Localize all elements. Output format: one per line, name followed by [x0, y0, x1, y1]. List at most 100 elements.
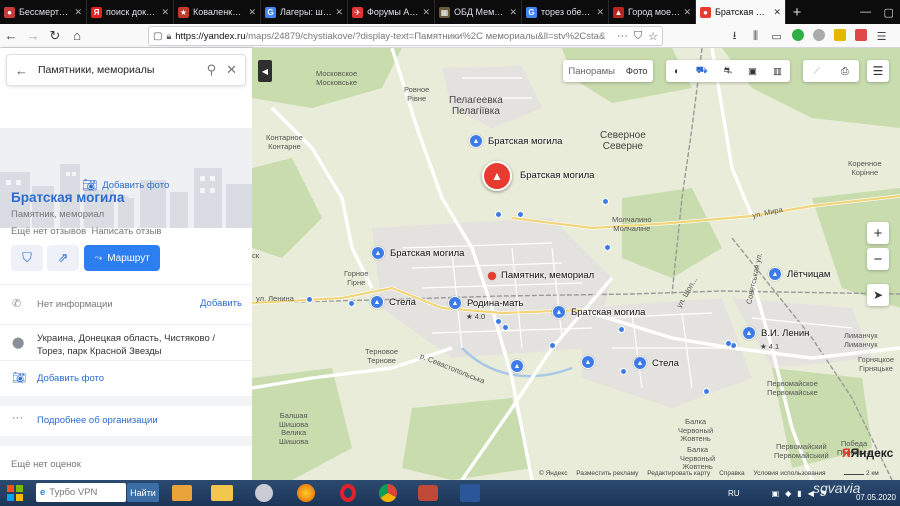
map-dot[interactable]	[620, 368, 627, 375]
browser-tab[interactable]: G Лагеры: шталаг✕	[261, 0, 348, 24]
opera-icon[interactable]	[330, 482, 366, 504]
info-icon[interactable]: ▢	[153, 31, 162, 42]
pocket-icon[interactable]: ⛉	[634, 30, 642, 43]
transport-layer-icon[interactable]: ⛟	[696, 65, 708, 77]
map-dot[interactable]	[495, 318, 502, 325]
poi-selected-label[interactable]: Братская могила	[520, 170, 594, 181]
avatar-icon[interactable]	[850, 28, 871, 44]
tab-panoramas[interactable]: Панорамы	[568, 66, 615, 77]
zoom-in-button[interactable]: +	[867, 222, 889, 244]
print-icon[interactable]: ⎙	[841, 66, 849, 77]
reload-icon[interactable]: ↻	[44, 28, 66, 44]
green-check-icon[interactable]	[787, 28, 808, 44]
map-dot[interactable]	[348, 300, 355, 307]
map-dot[interactable]	[725, 340, 732, 347]
search-box[interactable]: ← Памятники, мемориалы ⚲ ✕	[6, 54, 246, 86]
tray-icon[interactable]: ▣	[772, 489, 780, 498]
browser-tab[interactable]: ▦ ОБД Мемориал✕	[435, 0, 522, 24]
browser-tab[interactable]: Gторез обелиск✕	[522, 0, 609, 24]
map-dot[interactable]	[517, 211, 524, 218]
language-indicator[interactable]: RU	[728, 489, 740, 498]
map-dot[interactable]	[495, 211, 502, 218]
browser-tab[interactable]: Япоиск документ✕	[87, 0, 174, 24]
firefox-icon[interactable]	[288, 482, 324, 504]
share-button[interactable]: ⇗	[47, 245, 79, 271]
more-info-row[interactable]: ··· Подробнее об организации	[0, 406, 252, 434]
media-player-icon[interactable]	[164, 482, 200, 504]
collapse-panel-button[interactable]: ◀	[258, 60, 272, 82]
download-icon[interactable]: ⭳	[724, 27, 745, 46]
clock[interactable]: 07.05.2020	[856, 483, 896, 503]
library-icon[interactable]: ⫼	[745, 30, 766, 43]
close-tab-icon[interactable]: ✕	[422, 7, 430, 18]
more-icon[interactable]: ···	[617, 30, 628, 42]
new-tab-button[interactable]: +	[786, 0, 808, 24]
poi-pamyatnik-memorial[interactable]: Памятник, мемориал	[488, 270, 594, 281]
network-icon[interactable]: ▮	[797, 489, 801, 498]
close-tab-icon[interactable]: ✕	[74, 7, 82, 18]
map-dot[interactable]	[604, 244, 611, 251]
poi-letchitsam[interactable]: ▲ Лётчицам	[768, 267, 830, 281]
close-tab-icon[interactable]: ✕	[248, 7, 256, 18]
poi-stela-1[interactable]: ▲ Стела	[370, 295, 416, 309]
browser-tab[interactable]: ● Братская моги ✕	[696, 0, 786, 24]
search-input[interactable]: Памятники, мемориалы	[38, 64, 197, 76]
map-dot[interactable]	[703, 388, 710, 395]
poi-bratskaya-mogila-1[interactable]: ▲ Братская могила	[469, 134, 562, 148]
browser-tab[interactable]: ✈ Форумы Авиаци✕	[348, 0, 435, 24]
yandex-logo[interactable]: ЯЯндекс	[842, 446, 893, 460]
map-dot[interactable]	[502, 324, 509, 331]
close-icon[interactable]: ✕	[226, 62, 237, 78]
taskbar-search-button[interactable]: Найти	[127, 483, 159, 502]
poi-stela-2[interactable]: ▲ Стела	[633, 356, 679, 370]
close-tab-icon[interactable]: ✕	[161, 7, 169, 18]
explorer-icon[interactable]	[204, 482, 240, 504]
panorama-icon[interactable]: ▥	[773, 66, 782, 77]
browser-tab[interactable]: ▲ Город моего дет✕	[609, 0, 696, 24]
layers-icon[interactable]: ◐	[674, 66, 680, 77]
my-location-button[interactable]: ➤	[867, 284, 889, 306]
home-icon[interactable]: ⌂	[66, 28, 88, 43]
poi-marker[interactable]: ▲	[510, 359, 524, 373]
url-bar[interactable]: ▢ 🔒︎ https://yandex.ru/maps/24879/chysti…	[148, 26, 663, 46]
close-tab-icon[interactable]: ✕	[335, 7, 343, 18]
close-tab-icon[interactable]: ✕	[596, 7, 604, 18]
map-dot[interactable]	[306, 296, 313, 303]
start-button[interactable]	[0, 480, 30, 506]
browser-tab[interactable]: ● Бессмертный п✕	[0, 0, 87, 24]
add-phone-link[interactable]: Добавить	[200, 298, 242, 309]
ruler-icon[interactable]: ⟋	[813, 66, 820, 77]
back-icon[interactable]: ←	[0, 28, 22, 43]
add-photo-row[interactable]: 📷︎ Добавить фото	[0, 360, 252, 396]
map-view[interactable]: Московское Московське Ровное Рiвне Пелагее…	[252, 48, 900, 480]
forward-icon[interactable]: →	[22, 28, 44, 43]
word-icon[interactable]	[452, 482, 488, 504]
search-icon[interactable]: ⚲	[207, 62, 217, 78]
close-tab-icon[interactable]: ✕	[773, 7, 781, 18]
traffic-icon[interactable]: ⛐	[724, 65, 732, 77]
vpn-icon[interactable]	[808, 28, 829, 44]
bus-icon[interactable]: ▣	[748, 66, 757, 77]
map-dot[interactable]	[602, 198, 609, 205]
disk-icon[interactable]	[246, 482, 282, 504]
menu-icon[interactable]: ☰	[871, 30, 892, 43]
browser-tab[interactable]: ★ Коваленко Леон✕	[174, 0, 261, 24]
tab-photo[interactable]: Фото	[626, 66, 648, 77]
zoom-out-button[interactable]: −	[867, 248, 889, 270]
chrome-icon[interactable]	[370, 482, 406, 504]
sidebar-icon[interactable]: ▭	[766, 30, 787, 43]
back-arrow-icon[interactable]: ←	[15, 63, 28, 78]
route-button[interactable]: ⤳ Маршрут	[84, 245, 160, 271]
maximize-icon[interactable]: ▢	[883, 6, 893, 19]
poi-bratskaya-mogila-3[interactable]: ▲ Братская могила	[552, 305, 645, 319]
poi-marker[interactable]: ▲	[581, 355, 595, 369]
selected-pin[interactable]: ▲	[482, 161, 512, 191]
taskbar-search-input[interactable]: e Турбо VPN	[36, 483, 126, 502]
bookmark-button[interactable]: ⛉	[11, 245, 43, 271]
close-tab-icon[interactable]: ✕	[683, 7, 691, 18]
tray-icon[interactable]: ◆	[785, 489, 791, 498]
flag-icon[interactable]	[829, 28, 850, 44]
app-icon[interactable]	[410, 482, 446, 504]
bookmark-star-icon[interactable]: ☆	[648, 30, 658, 43]
poi-rodina-mat[interactable]: ▲ Родина-мать ★ 4.0	[448, 296, 523, 321]
